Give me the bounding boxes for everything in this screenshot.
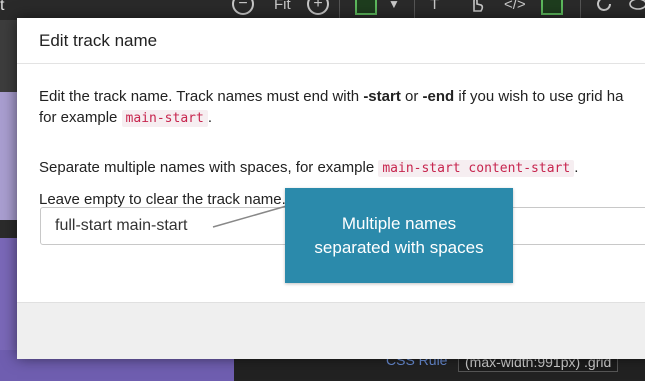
callout-line-1: Multiple names [341,213,457,233]
callout-line-2: separated with spaces [314,237,484,257]
annotation-callout: Multiple names separated with spaces [285,188,513,283]
